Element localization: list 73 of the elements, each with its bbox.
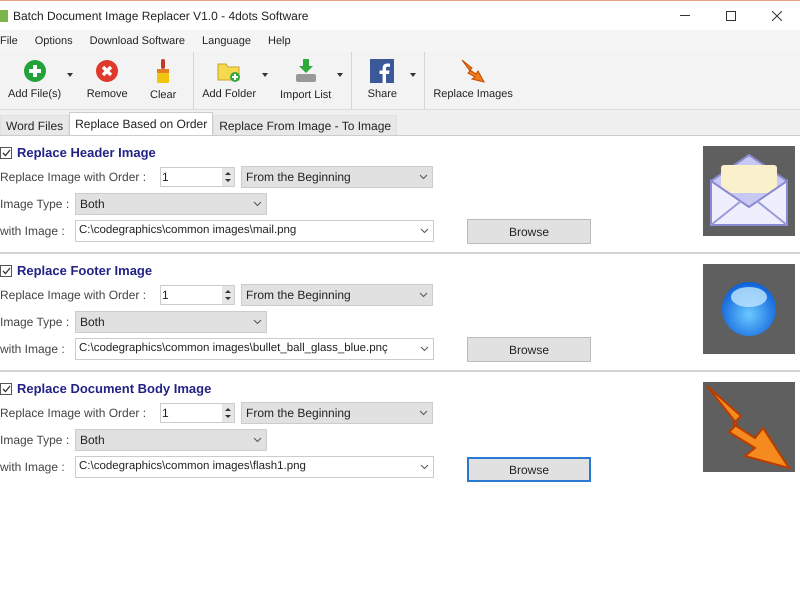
- field-label: with Image :: [0, 341, 66, 358]
- browse-button[interactable]: Browse: [467, 219, 591, 244]
- order-spinner[interactable]: 1: [160, 403, 235, 423]
- tab[interactable]: Replace Based on Order: [69, 112, 214, 135]
- chevron-down-icon: [419, 292, 428, 298]
- image-path-field[interactable]: C:\codegraphics\common images\bullet_ball_glass_blue.pnç: [75, 338, 434, 360]
- field-label: Image Type :: [0, 432, 70, 449]
- tab[interactable]: Word Files: [0, 115, 70, 135]
- toolbar-button[interactable]: Share: [354, 52, 410, 109]
- chevron-down-icon: [253, 437, 262, 443]
- window-title: Batch Document Image Replacer V1.0 - 4dots Software: [13, 8, 310, 24]
- image-type-dropdown[interactable]: Both: [75, 311, 267, 333]
- menu-item[interactable]: Help: [268, 32, 291, 50]
- section-title: Replace Document Body Image: [17, 380, 212, 398]
- checkbox[interactable]: [0, 264, 12, 276]
- chevron-down-icon: [253, 201, 262, 207]
- checkbox[interactable]: [0, 146, 12, 158]
- position-dropdown[interactable]: From the Beginning: [241, 166, 433, 188]
- chevron-down-icon: [253, 319, 262, 325]
- section-title: Replace Header Image: [17, 144, 156, 162]
- order-spinner[interactable]: 1: [160, 285, 235, 305]
- field-label: Image Type :: [0, 314, 70, 331]
- chevron-down-icon: [420, 464, 429, 470]
- image-path-field[interactable]: C:\codegraphics\common images\mail.png: [75, 220, 434, 242]
- field-label: with Image :: [0, 223, 66, 240]
- field-label: Replace Image with Order :: [0, 169, 148, 186]
- maximize-icon: [726, 10, 736, 20]
- field-label: with Image :: [0, 459, 66, 476]
- toolbar-button[interactable]: Replace Images: [427, 52, 519, 109]
- browse-button[interactable]: Browse: [467, 457, 591, 482]
- chevron-down-icon: [419, 410, 428, 416]
- dropdown-arrow-icon[interactable]: [262, 72, 268, 76]
- chevron-down-icon: [419, 174, 428, 180]
- toolbar-button[interactable]: Clear: [135, 52, 192, 109]
- position-dropdown[interactable]: From the Beginning: [241, 402, 433, 424]
- menu-item[interactable]: File: [0, 32, 18, 50]
- toolbar-button[interactable]: Remove: [79, 52, 136, 109]
- field-label: Replace Image with Order :: [0, 287, 148, 304]
- menu-item[interactable]: Options: [34, 32, 73, 50]
- download-icon: [294, 58, 318, 84]
- spin-arrows-icon: [222, 404, 234, 422]
- lightning-arrow-icon: [460, 58, 486, 83]
- dropdown-arrow-icon[interactable]: [410, 72, 416, 76]
- toolbar-button[interactable]: Add Folder: [196, 52, 262, 109]
- minimize-icon: [680, 15, 690, 16]
- lightning-arrow-icon: [705, 384, 793, 470]
- spin-arrows-icon: [222, 168, 234, 186]
- dropdown-arrow-icon[interactable]: [67, 72, 74, 76]
- tab[interactable]: Replace From Image - To Image: [213, 115, 398, 135]
- dropdown-arrow-icon[interactable]: [337, 72, 344, 76]
- chevron-down-icon: [420, 228, 429, 234]
- app-icon: [0, 8, 8, 22]
- image-type-dropdown[interactable]: Both: [75, 193, 267, 215]
- field-label: Replace Image with Order :: [0, 405, 148, 422]
- section-title: Replace Footer Image: [17, 262, 152, 280]
- plus-icon: [22, 58, 47, 83]
- image-path-field[interactable]: C:\codegraphics\common images\flash1.png: [75, 456, 434, 478]
- close-icon: [772, 10, 782, 20]
- order-spinner[interactable]: 1: [160, 167, 235, 187]
- field-label: Image Type :: [0, 196, 70, 213]
- chevron-down-icon: [420, 346, 429, 352]
- close-icon: [95, 58, 120, 83]
- checkbox[interactable]: [0, 382, 12, 394]
- toolbar-button[interactable]: Add File(s): [2, 52, 68, 109]
- toolbar-button[interactable]: Import List: [274, 52, 338, 109]
- menu-item[interactable]: Download Software: [90, 32, 186, 50]
- menu-item[interactable]: Language: [202, 32, 251, 50]
- browse-button[interactable]: Browse: [467, 337, 591, 362]
- image-type-dropdown[interactable]: Both: [75, 429, 267, 451]
- ball-icon: [720, 280, 778, 338]
- position-dropdown[interactable]: From the Beginning: [241, 284, 433, 306]
- facebook-icon: [370, 58, 394, 83]
- spin-arrows-icon: [222, 286, 234, 304]
